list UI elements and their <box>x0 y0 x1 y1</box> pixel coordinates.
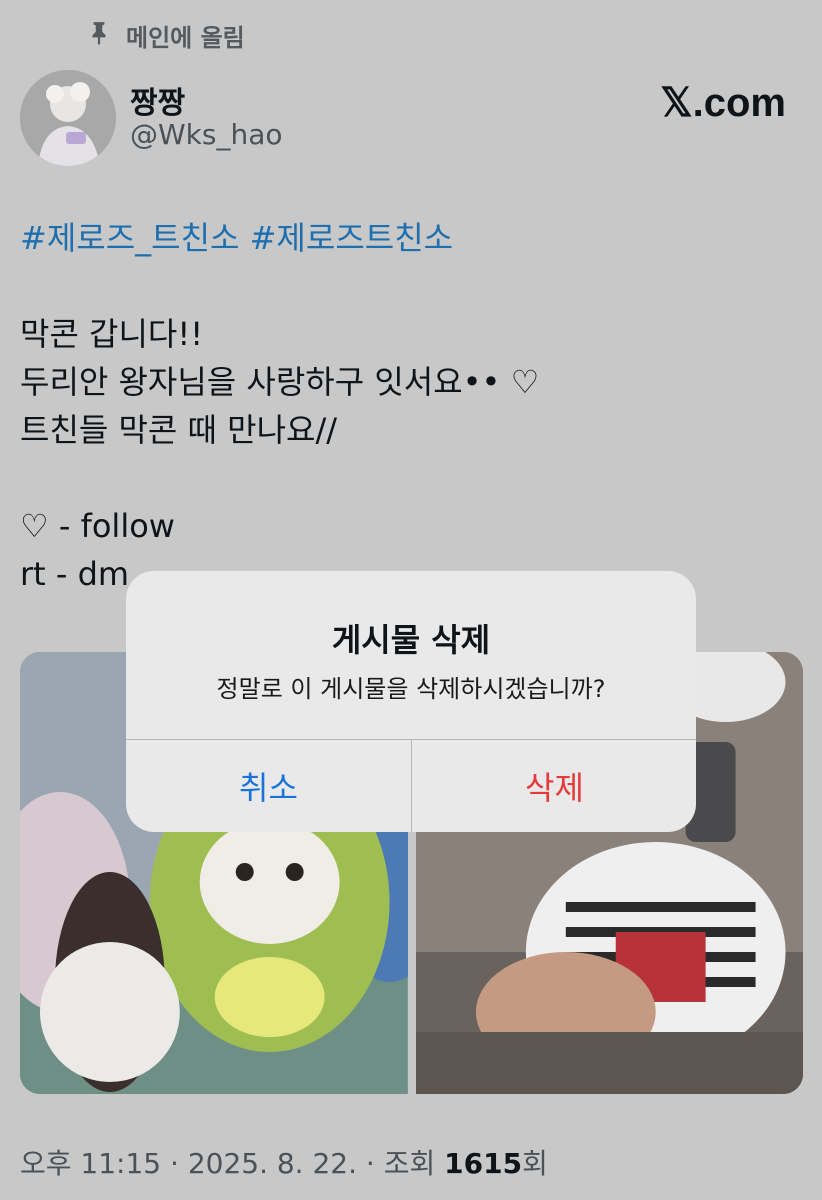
view-suffix: 회 <box>522 1147 548 1180</box>
tweet-text: #제로즈_트친소 #제로즈트친소 막콘 갑니다!! 두리안 왕자님을 사랑하구 … <box>20 214 800 598</box>
avatar[interactable] <box>20 70 116 166</box>
view-count: 1615 <box>444 1147 523 1180</box>
pinned-label: 메인에 올림 <box>126 24 245 52</box>
pin-icon <box>86 20 112 52</box>
tweet-line: 막콘 갑니다!! <box>20 315 204 353</box>
tweet-line: ♡ - follow <box>20 507 175 545</box>
cancel-button[interactable]: 취소 <box>126 740 411 832</box>
delete-confirm-dialog: 게시물 삭제 정말로 이 게시물을 삭제하시겠습니까? 취소 삭제 <box>126 571 696 832</box>
dialog-message: 정말로 이 게시물을 삭제하시겠습니까? <box>216 675 606 703</box>
display-name[interactable]: 짱짱 <box>130 78 185 122</box>
tweet-hashtags[interactable]: #제로즈_트친소 #제로즈트친소 <box>20 214 800 262</box>
tweet-line: 트친들 막콘 때 만나요// <box>20 411 338 449</box>
pinned-indicator: 메인에 올림 <box>86 18 245 53</box>
tweet-timestamp[interactable]: 오후 11:15 · 2025. 8. 22. · 조회 <box>20 1147 444 1180</box>
x-logo: 𝕏.com <box>660 81 786 125</box>
dialog-title: 게시물 삭제 <box>331 621 491 659</box>
user-handle[interactable]: @Wks_hao <box>130 118 283 151</box>
tweet-meta: 오후 11:15 · 2025. 8. 22. · 조회 1615회 <box>20 1142 548 1182</box>
tweet-line: 두리안 왕자님을 사랑하구 잇서요•• ♡ <box>20 363 540 401</box>
delete-button[interactable]: 삭제 <box>412 740 696 832</box>
